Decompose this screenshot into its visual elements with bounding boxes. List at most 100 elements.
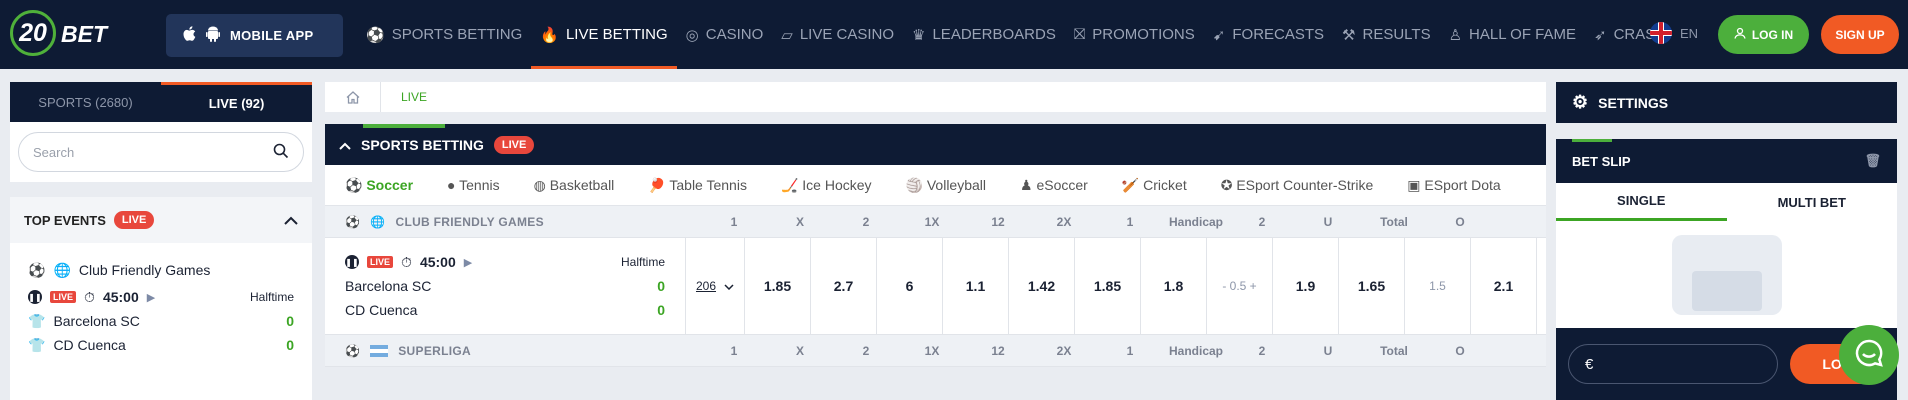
match-row[interactable]: ❚❚ LIVE ⏱ 45:00 ▶ Halftime Barcelona SC … [325,237,1546,335]
sport-label: Tennis [459,177,500,193]
odd-1[interactable]: 1.85 [745,237,811,335]
nav-promotions[interactable]: ⛝ PROMOTIONS [1065,0,1204,69]
search-placeholder: Search [33,144,75,160]
breadcrumb-live[interactable]: LIVE [381,90,447,104]
odd-12[interactable]: 1.42 [1009,237,1075,335]
col-header: U [1323,343,1333,358]
live-badge: LIVE [493,135,535,154]
logo[interactable]: 20 BET [10,10,110,56]
trash-icon[interactable]: 🗑 [1864,153,1881,169]
league-title: ⚽ SUPERLIGA [325,344,685,358]
match-info[interactable]: ❚❚ LIVE ⏱ 45:00 ▶ Halftime Barcelona SC … [325,250,685,322]
team1-score: 0 [657,278,665,294]
team1-name: Barcelona SC [345,278,432,294]
gear-icon: ⚙ [1572,92,1589,112]
bet-slip-header: BET SLIP 🗑 [1556,139,1897,183]
flame-icon: 🔥 [540,26,559,44]
odd-handicap-1[interactable]: 1.8 [1141,237,1207,335]
nav-results[interactable]: ⚒ RESULTS [1333,0,1440,69]
chevron-up-icon[interactable] [284,213,298,228]
odd-over[interactable]: 2.1 [1471,237,1537,335]
league-name: SUPERLIGA [398,343,471,358]
tab-multi-bet[interactable]: MULTI BET [1727,183,1898,221]
chevron-up-icon[interactable] [339,137,351,153]
col-header: 12 [991,214,1005,229]
col-header: Total [1380,343,1408,358]
left-sidebar: SPORTS (2680) LIVE (92) Search [10,82,312,182]
mobile-app-label: MOBILE APP [230,28,314,43]
col-header: 1X [924,343,940,358]
odds-cells: 1.85 2.7 6 1.1 1.42 1.85 1.8 - 0.5 + 1.9… [745,237,1537,335]
chip-icon: ◎ [685,26,699,44]
league-header-row[interactable]: ⚽ SUPERLIGA 1 X 2 1X 12 2X 1 Handicap 2 … [325,335,1546,367]
tab-single[interactable]: SINGLE [1556,183,1727,221]
event-time: 45:00 [102,289,139,305]
soccer-ball-icon: ⚽ [345,343,361,358]
col-header: X [795,214,804,229]
sport-tab-table-tennis[interactable]: 🏓 Table Tennis [648,177,747,194]
logo-badge: 20 [10,10,56,56]
top-events-title: TOP EVENTS [24,212,106,228]
col-header: O [1455,343,1465,358]
sport-tab-soccer[interactable]: ⚽ Soccer [345,177,413,194]
col-header: 2X [1056,343,1072,358]
home-icon[interactable] [325,82,381,112]
team1-score: 0 [286,313,294,329]
tab-live[interactable]: LIVE (92) [161,82,312,122]
odd-2[interactable]: 6 [877,237,943,335]
login-button[interactable]: LOG IN [1718,15,1809,54]
nav-sports-betting[interactable]: ⚽ SPORTS BETTING [357,0,531,69]
nav-leaderboards[interactable]: ♛ LEADERBOARDS [903,0,1065,69]
top-event-item[interactable]: ⚽ 🌐 Club Friendly Games ❚❚ LIVE ⏱ 45:00 … [10,243,312,369]
team1-name: Barcelona SC [53,313,140,329]
search-input[interactable]: Search [18,132,304,172]
nav-live-casino[interactable]: ▱ LIVE CASINO [772,0,903,69]
card-icon: ▱ [781,26,793,44]
top-events-header[interactable]: TOP EVENTS LIVE [10,197,312,243]
top-header: 20 BET MOBILE APP ⚽ SPORTS BETTING 🔥 LIVE … [0,0,1908,69]
odd-under[interactable]: 1.65 [1339,237,1405,335]
sport-tab-esoccer[interactable]: ♟ eSoccer [1020,177,1088,194]
odd-x[interactable]: 2.7 [811,237,877,335]
more-bets-link[interactable]: 206 [685,237,745,335]
sidebar-search: Search [10,122,312,182]
search-icon[interactable] [273,143,289,162]
odd-2x[interactable]: 1.85 [1075,237,1141,335]
top-events-panel: TOP EVENTS LIVE ⚽ 🌐 Club Friendly Games … [10,197,312,400]
uk-flag-icon [1650,22,1672,44]
sport-label: Cricket [1143,176,1187,193]
sport-tab-cricket[interactable]: 🏏 Cricket [1122,177,1187,194]
signup-button[interactable]: SIGN UP [1821,15,1899,54]
nav-live-betting[interactable]: 🔥 LIVE BETTING [531,0,678,69]
league-header-row[interactable]: ⚽ 🌐 CLUB FRIENDLY GAMES 1 X 2 1X 12 2X 1… [325,206,1546,238]
nav-forecasts[interactable]: ➹ FORECASTS [1204,0,1333,69]
mobile-app-button[interactable]: MOBILE APP [166,14,343,57]
login-label: LOG IN [1751,27,1794,42]
odd-handicap-2[interactable]: 1.9 [1273,237,1339,335]
col-header: X [795,343,804,358]
tab-sports[interactable]: SPORTS (2680) [10,82,161,122]
person-icon: ♙ [1448,26,1463,44]
sports-betting-header[interactable]: SPORTS BETTING LIVE [325,124,1546,165]
league-title: ⚽ 🌐 CLUB FRIENDLY GAMES [325,215,685,229]
language-selector[interactable]: EN [1650,22,1698,44]
sport-tab-volleyball[interactable]: 🏐 Volleyball [906,177,986,194]
live-small-badge: LIVE [367,256,394,268]
sport-tab-ice-hockey[interactable]: 🏒 Ice Hockey [781,177,872,194]
col-header: 1 [730,343,738,358]
settings-header[interactable]: ⚙ SETTINGS [1556,82,1897,123]
live-small-badge: LIVE [50,291,77,303]
sport-tab-dota[interactable]: ▣ ESport Dota [1407,177,1500,194]
odd-1x[interactable]: 1.1 [943,237,1009,335]
ticket-illustration [1671,235,1782,315]
col-header: O [1455,214,1465,229]
nav-hall-of-fame[interactable]: ♙ HALL OF FAME [1440,0,1585,69]
stake-input[interactable]: € [1568,344,1778,384]
sport-tab-counter-strike[interactable]: ✪ ESport Counter-Strike [1221,177,1374,194]
sport-tab-basketball[interactable]: ◍ Basketball [534,177,615,194]
sport-tab-tennis[interactable]: ● Tennis [447,177,500,193]
nav-casino[interactable]: ◎ CASINO [677,0,773,69]
col-header: 1X [924,214,940,229]
chat-button[interactable] [1839,325,1899,385]
col-header: 12 [991,343,1005,358]
